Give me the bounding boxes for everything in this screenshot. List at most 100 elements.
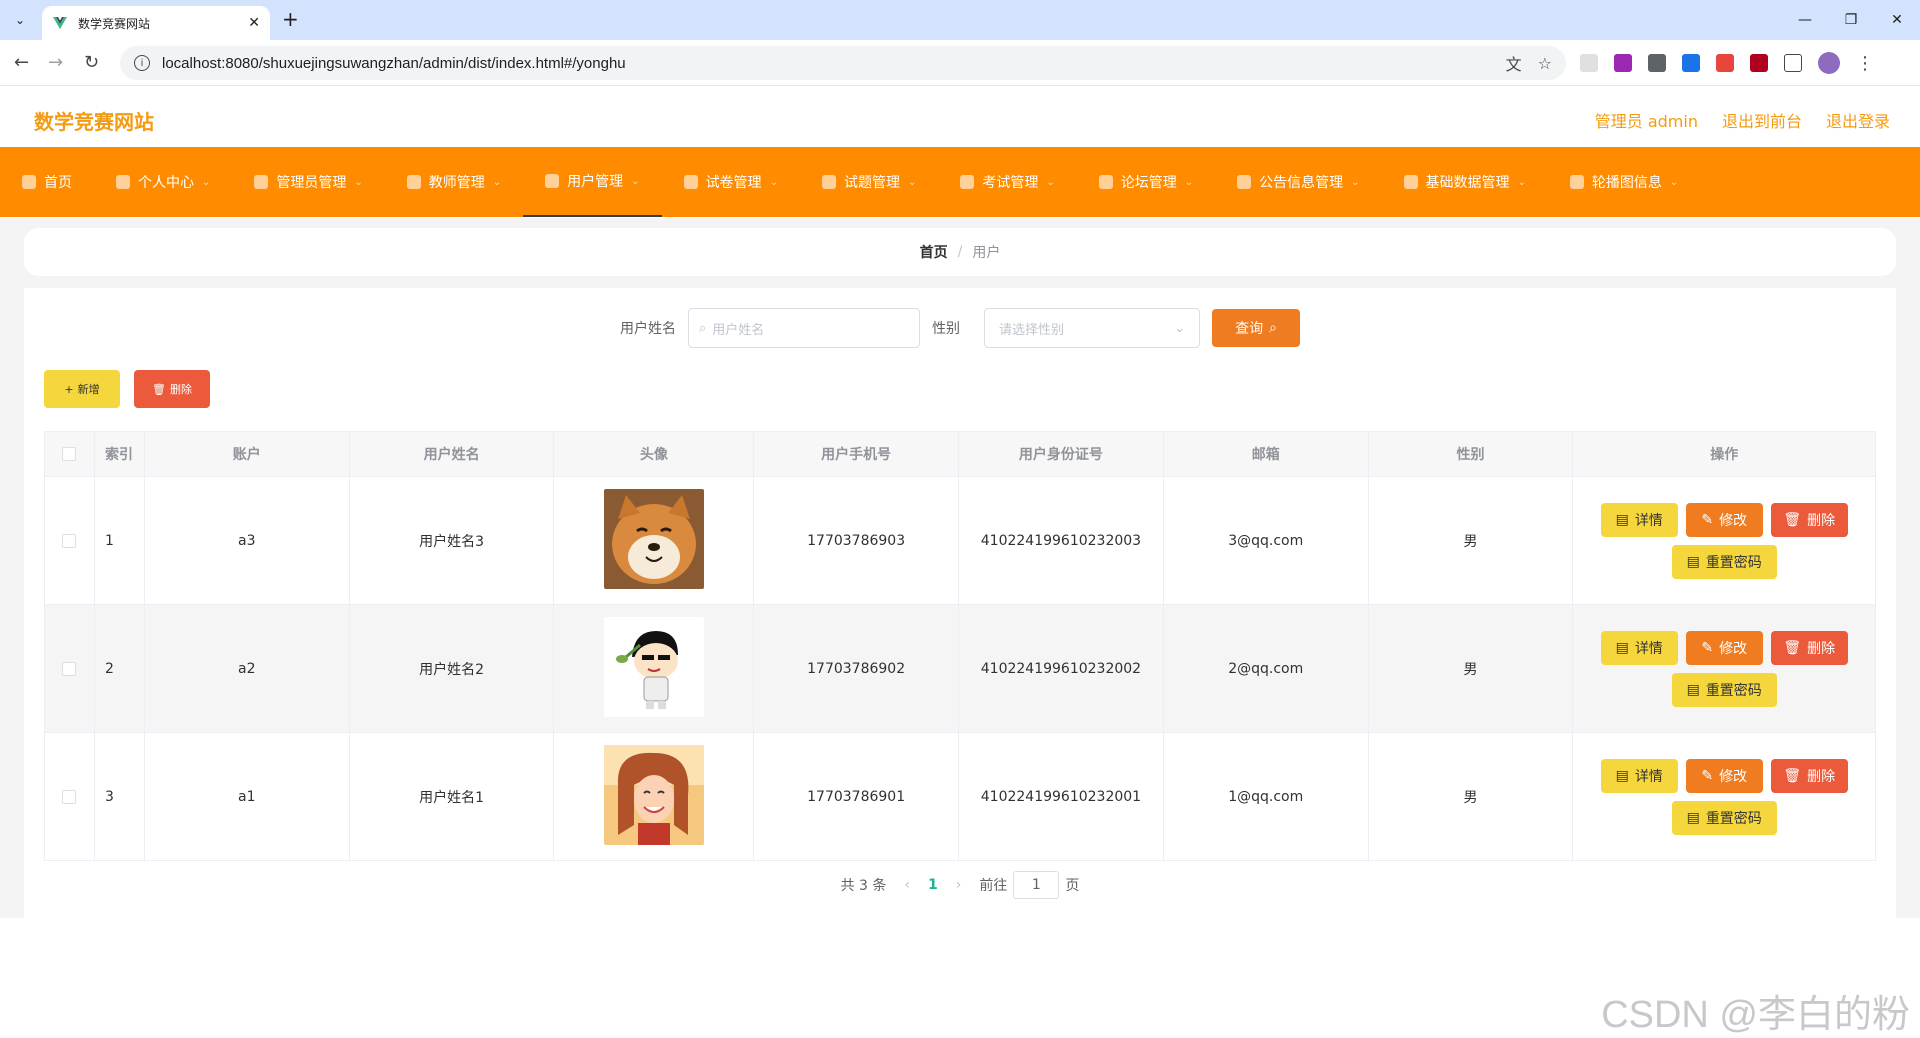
menu-item[interactable]: 教师管理 ⌄ bbox=[385, 147, 523, 217]
chevron-down-icon: ⌄ bbox=[354, 176, 363, 188]
menu-item[interactable]: 基础数据管理 ⌄ bbox=[1382, 147, 1548, 217]
goto-frontend-link[interactable]: 退出到前台 bbox=[1722, 108, 1802, 132]
id-number-cell: 410224199610232001 bbox=[959, 733, 1164, 860]
name-search-input[interactable]: ⌕ 用户姓名 bbox=[688, 308, 920, 348]
user-table: 索引 账户 用户姓名 头像 用户手机号 用户身份证号 邮箱 性别 操作 1 a3 用… bbox=[44, 431, 1876, 861]
next-page-icon[interactable]: › bbox=[956, 877, 962, 893]
menu-item[interactable]: 公告信息管理 ⌄ bbox=[1215, 147, 1381, 217]
profile-avatar[interactable] bbox=[1818, 52, 1840, 74]
row-checkbox[interactable] bbox=[62, 789, 77, 804]
extension-icon[interactable] bbox=[1716, 54, 1734, 72]
menu-item-label: 试卷管理 bbox=[705, 175, 762, 191]
menu-item[interactable]: 试题管理 ⌄ bbox=[800, 147, 938, 217]
breadcrumb-current: 用户 bbox=[972, 245, 1001, 261]
extension-icon[interactable] bbox=[1580, 54, 1598, 72]
puzzle-icon[interactable] bbox=[1784, 54, 1802, 72]
admin-user-link[interactable]: 管理员 admin bbox=[1595, 108, 1698, 132]
goto-page-input[interactable]: 1 bbox=[1013, 871, 1060, 899]
column-header: 用户手机号 bbox=[754, 432, 960, 476]
translate-icon[interactable]: 文 bbox=[1506, 51, 1522, 75]
trash-icon: 🗑 bbox=[152, 382, 166, 396]
close-window-icon[interactable]: ✕ bbox=[1874, 0, 1920, 40]
back-icon[interactable]: ← bbox=[14, 53, 29, 73]
restore-icon[interactable]: ❐ bbox=[1828, 0, 1874, 40]
delete-button[interactable]: 🗑 删除 bbox=[1770, 630, 1848, 665]
breadcrumb-home[interactable]: 首页 bbox=[920, 242, 948, 262]
goto-label: 前往 bbox=[979, 878, 1008, 894]
edit-button[interactable]: ✎ 修改 bbox=[1685, 630, 1763, 665]
chevron-down-icon: ⌄ bbox=[1669, 176, 1679, 188]
extensions-area: ⋮ bbox=[1580, 52, 1874, 74]
chevron-down-icon: ⌄ bbox=[631, 175, 640, 187]
delete-label: 删除 bbox=[1807, 768, 1836, 785]
name-label: 用户姓名 bbox=[620, 321, 676, 337]
row-checkbox[interactable] bbox=[62, 533, 77, 548]
index-cell: 2 bbox=[94, 605, 145, 732]
detail-button[interactable]: ▤ 详情 bbox=[1600, 758, 1678, 793]
menu-item[interactable]: 论坛管理 ⌄ bbox=[1077, 147, 1215, 217]
menu-item-label: 考试管理 bbox=[982, 175, 1039, 191]
minimize-icon[interactable]: — bbox=[1782, 0, 1828, 40]
browser-tab-bar: ⌄ 数学竞赛网站 ✕ + — ❐ ✕ bbox=[0, 0, 1920, 40]
extension-icon[interactable] bbox=[1682, 54, 1700, 72]
site-info-icon[interactable]: i bbox=[134, 55, 150, 71]
extension-icon[interactable] bbox=[1614, 54, 1632, 72]
delete-button[interactable]: 🗑 删除 bbox=[1770, 758, 1848, 793]
reset-password-button[interactable]: ▤ 重置密码 bbox=[1671, 544, 1777, 579]
new-tab-icon[interactable]: + bbox=[282, 9, 299, 29]
menu-item[interactable]: 管理员管理 ⌄ bbox=[232, 147, 384, 217]
page-number[interactable]: 1 bbox=[928, 877, 938, 893]
column-header: 索引 bbox=[94, 432, 145, 476]
menu-icon bbox=[683, 175, 698, 189]
menu-item[interactable]: 个人中心 ⌄ bbox=[94, 147, 232, 217]
row-select-cell bbox=[45, 733, 95, 860]
menu-item[interactable]: 试卷管理 ⌄ bbox=[662, 147, 800, 217]
reset-password-button[interactable]: ▤ 重置密码 bbox=[1671, 800, 1777, 835]
menu-icon bbox=[1403, 175, 1418, 189]
breadcrumb: 首页 / 用户 bbox=[24, 228, 1896, 276]
browser-tab[interactable]: 数学竞赛网站 ✕ bbox=[42, 6, 270, 40]
reload-icon[interactable]: ↻ bbox=[84, 53, 99, 73]
menu-item[interactable]: 轮播图信息 ⌄ bbox=[1548, 147, 1700, 217]
pencil-icon: ✎ bbox=[1701, 767, 1714, 784]
detail-label: 详情 bbox=[1634, 640, 1663, 657]
menu-item[interactable]: 用户管理 ⌄ bbox=[523, 147, 662, 217]
more-menu-icon[interactable]: ⋮ bbox=[1856, 53, 1874, 74]
query-button[interactable]: 查询 ⌕ bbox=[1212, 309, 1300, 347]
document-icon: ▤ bbox=[1615, 639, 1629, 656]
row-checkbox[interactable] bbox=[62, 661, 77, 676]
detail-button[interactable]: ▤ 详情 bbox=[1600, 502, 1678, 537]
reset-label: 重置密码 bbox=[1705, 554, 1762, 571]
edit-button[interactable]: ✎ 修改 bbox=[1685, 758, 1763, 793]
tab-close-icon[interactable]: ✕ bbox=[248, 15, 260, 31]
select-all-cell bbox=[45, 432, 95, 476]
edit-label: 修改 bbox=[1719, 768, 1748, 785]
detail-button[interactable]: ▤ 详情 bbox=[1600, 630, 1678, 665]
content-card: 用户姓名 ⌕ 用户姓名 性别 请选择性别 ⌄ 查询 ⌕ + 新增 🗑 删除 索引… bbox=[24, 288, 1896, 918]
menu-icon bbox=[1098, 175, 1113, 189]
avatar-image bbox=[603, 488, 704, 593]
add-button[interactable]: + 新增 bbox=[44, 370, 120, 408]
logout-link[interactable]: 退出登录 bbox=[1826, 108, 1890, 132]
extension-icon[interactable] bbox=[1648, 54, 1666, 72]
gender-select[interactable]: 请选择性别 ⌄ bbox=[984, 308, 1200, 348]
edit-button[interactable]: ✎ 修改 bbox=[1685, 502, 1763, 537]
tab-title: 数学竞赛网站 bbox=[78, 16, 151, 31]
menu-item[interactable]: 首页 bbox=[0, 147, 94, 217]
phone-cell: 17703786903 bbox=[754, 477, 960, 604]
batch-delete-button[interactable]: 🗑 删除 bbox=[134, 370, 210, 408]
menu-item[interactable]: 考试管理 ⌄ bbox=[938, 147, 1076, 217]
forward-icon[interactable]: → bbox=[48, 53, 63, 73]
tab-search-icon[interactable]: ⌄ bbox=[8, 8, 32, 32]
extension-icon[interactable] bbox=[1750, 54, 1768, 72]
menu-icon bbox=[406, 175, 421, 189]
delete-button[interactable]: 🗑 删除 bbox=[1770, 502, 1848, 537]
gender-cell: 男 bbox=[1369, 477, 1574, 604]
reset-password-button[interactable]: ▤ 重置密码 bbox=[1671, 672, 1777, 707]
prev-page-icon[interactable]: ‹ bbox=[904, 877, 910, 893]
row-select-cell bbox=[45, 605, 95, 732]
column-header: 账户 bbox=[144, 432, 350, 476]
bookmark-star-icon[interactable]: ☆ bbox=[1538, 54, 1552, 73]
url-field[interactable]: i localhost:8080/shuxuejingsuwangzhan/ad… bbox=[120, 46, 1566, 80]
select-all-checkbox[interactable] bbox=[62, 447, 77, 461]
